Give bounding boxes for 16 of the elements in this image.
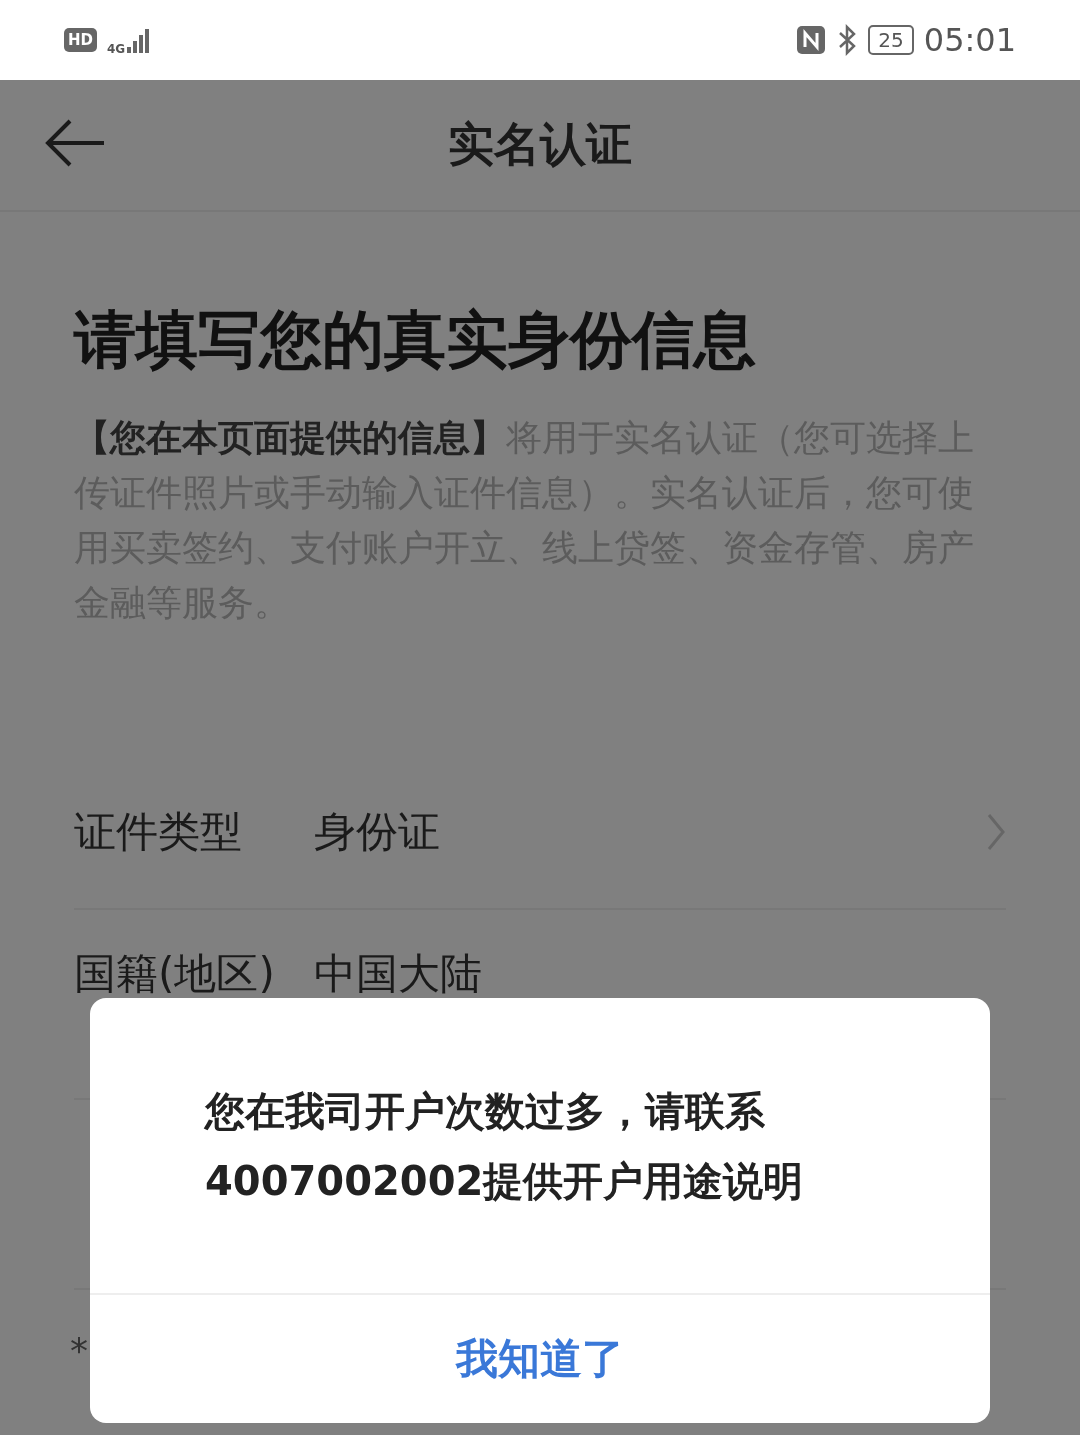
required-mark: *: [70, 1330, 86, 1371]
field-value[interactable]: 中国大陆: [314, 946, 1006, 1002]
field-value[interactable]: 身份证: [314, 803, 986, 860]
form-heading: 请填写您的真实身份信息: [74, 302, 757, 378]
back-icon[interactable]: [44, 118, 106, 168]
page-title: 实名认证: [448, 116, 632, 173]
hd-badge: HD: [64, 28, 97, 52]
field-label: 证件类型: [74, 805, 243, 858]
network-label: 4G: [107, 42, 126, 56]
field-label: 国籍(地区): [74, 948, 276, 1000]
battery-indicator: 25: [868, 25, 914, 55]
nfc-icon: [796, 25, 827, 55]
clock-time: 05:01: [923, 21, 1016, 59]
confirm-button[interactable]: 我知道了: [90, 1293, 990, 1423]
signal-icon: [127, 27, 152, 53]
dialog-message: 您在我司开户次数过多，请联系4007002002提供开户用途说明: [205, 1086, 805, 1206]
